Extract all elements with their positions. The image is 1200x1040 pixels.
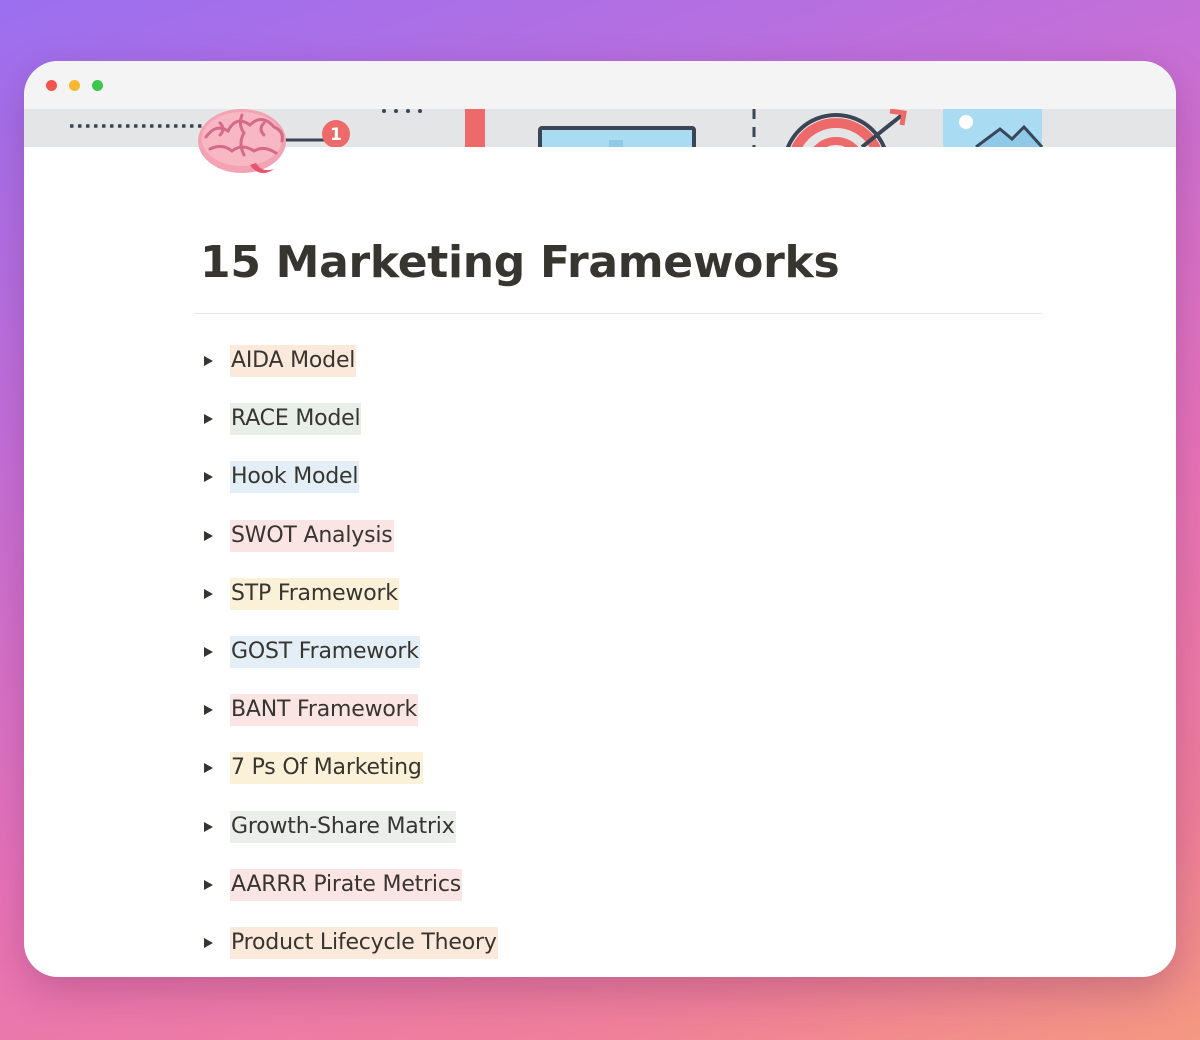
toggle-label[interactable]: SWOT Analysis [230,519,394,552]
browser-window: 1 15 Marketing Frameworks AIDA Model RAC… [24,61,1176,977]
title-divider [194,313,1042,314]
toggle-label[interactable]: BANT Framework [230,694,419,727]
toggle-arrow-icon[interactable] [204,647,213,658]
toggle-label[interactable]: RACE Model [230,403,362,436]
toggle-label[interactable]: GOST Framework [230,636,420,669]
brain-icon[interactable] [196,103,292,183]
toggle-item-product-lifecycle-theory[interactable]: Product Lifecycle Theory [194,914,1042,972]
toggle-label[interactable]: AARRR Pirate Metrics [230,868,462,901]
toggle-label[interactable]: Product Lifecycle Theory [230,926,498,959]
minimize-window-button[interactable] [69,80,80,91]
image-icon [943,109,1044,147]
page-title[interactable]: 15 Marketing Frameworks [194,231,1042,295]
page-content: 15 Marketing Frameworks AIDA Model RACE … [194,231,1042,972]
toggle-arrow-icon[interactable] [204,588,213,599]
toggle-label[interactable]: Hook Model [230,461,360,494]
toggle-arrow-icon[interactable] [204,763,213,774]
toggle-arrow-icon[interactable] [204,356,213,367]
maximize-window-button[interactable] [92,80,103,91]
target-icon [785,109,907,147]
toggle-label[interactable]: STP Framework [230,577,399,610]
toggle-label[interactable]: Growth-Share Matrix [230,810,456,843]
monitor-icon [538,126,696,147]
svg-text:1: 1 [330,125,342,145]
toggle-arrow-icon[interactable] [204,937,213,948]
toggle-label[interactable]: AIDA Model [230,345,357,378]
toggle-arrow-icon[interactable] [204,530,213,541]
toggle-arrow-icon[interactable] [204,879,213,890]
close-window-button[interactable] [46,80,57,91]
toggle-item-swot-analysis[interactable]: SWOT Analysis [194,507,1042,565]
toggle-item-stp-framework[interactable]: STP Framework [194,565,1042,623]
toggle-item-7-ps-of-marketing[interactable]: 7 Ps Of Marketing [194,739,1042,797]
toggle-item-aarrr-pirate-metrics[interactable]: AARRR Pirate Metrics [194,856,1042,914]
toggle-item-bant-framework[interactable]: BANT Framework [194,681,1042,739]
title-bar [24,61,1176,109]
toggle-list: AIDA Model RACE Model Hook Model SWOT An… [194,332,1042,972]
toggle-arrow-icon[interactable] [204,414,213,425]
toggle-item-growth-share-matrix[interactable]: Growth-Share Matrix [194,798,1042,856]
toggle-item-hook-model[interactable]: Hook Model [194,448,1042,506]
toggle-item-gost-framework[interactable]: GOST Framework [194,623,1042,681]
toggle-arrow-icon[interactable] [204,472,213,483]
toggle-label[interactable]: 7 Ps Of Marketing [230,752,423,785]
toggle-arrow-icon[interactable] [204,821,213,832]
toggle-item-race-model[interactable]: RACE Model [194,390,1042,448]
toggle-item-aida-model[interactable]: AIDA Model [194,332,1042,390]
toggle-arrow-icon[interactable] [204,705,213,716]
